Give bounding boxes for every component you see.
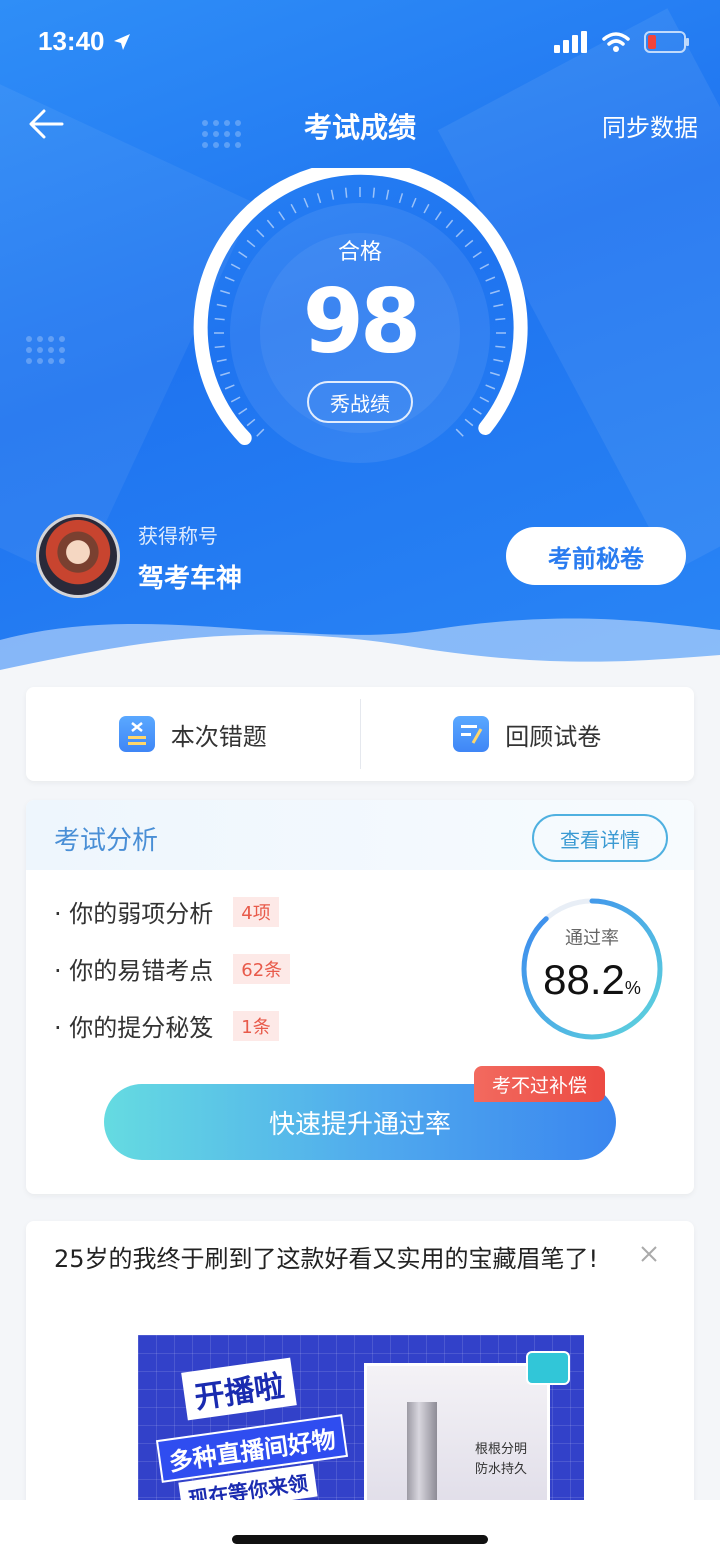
review-paper-label: 回顾试卷 [505,722,602,751]
gauge-tick [266,219,275,229]
gauge-tick [256,428,265,437]
wifi-icon [602,32,630,52]
tips-badge: 1条 [233,1010,279,1041]
result-label: 合格 [337,240,382,265]
gauge-tick [434,211,442,221]
title-name: 驾考车神 [138,564,243,594]
error-points-badge: 62条 [233,953,291,984]
gauge-tick [224,384,235,390]
list-item[interactable]: · 你的易错考点 62条 [54,951,291,986]
nav-bar: 考试成绩 同步数据 [0,96,720,152]
score-value: 98 [302,270,421,373]
battery-icon [644,31,689,53]
wrong-questions-label: 本次错题 [170,722,267,751]
close-icon[interactable] [638,1243,660,1265]
gauge-tick [330,189,335,200]
ad-card[interactable]: 25岁的我终于刷到了这款好看又实用的宝藏眉笔了! 开播啦 多种直播间好物 现在等… [26,1221,694,1531]
show-score-button[interactable]: 秀战绩 [307,381,413,423]
gauge-tick [398,193,404,204]
error-points-label: · 你的易错考点 [54,957,214,985]
gauge-tick [230,396,241,403]
status-time: 13:40 [38,26,132,57]
title-caption: 获得称号 [138,524,218,548]
gauge-tick [445,219,454,229]
list-item[interactable]: · 你的弱项分析 4项 [54,894,279,929]
wrong-questions-button[interactable]: 本次错题 [26,687,360,781]
gauge-tick [303,197,309,208]
weakness-badge: 4项 [233,896,279,927]
actions-card: 本次错题 回顾试卷 [26,687,694,781]
gauge-tick [485,384,496,390]
bottom-safe-area [0,1500,720,1558]
gauge-tick [372,187,376,198]
status-bar: 13:40 [0,0,720,88]
analysis-header: 考试分析 查看详情 [26,800,694,870]
list-item[interactable]: · 你的提分秘笈 1条 [54,1008,279,1043]
gauge-tick [411,197,417,208]
gauge-tick [464,418,474,427]
compensation-tag: 考不过补偿 [474,1066,606,1102]
home-indicator [232,1535,488,1544]
pass-rate-value: 88.2% [543,956,641,1003]
secret-paper-button[interactable]: 考前秘卷 [506,527,686,585]
exam-analysis-card: 考试分析 查看详情 · 你的弱项分析 4项 · 你的易错考点 62条 · 你的提… [26,800,694,1194]
gauge-tick [316,193,322,204]
weakness-label: · 你的弱项分析 [54,900,214,928]
ad-text: 25岁的我终于刷到了这款好看又实用的宝藏眉笔了! [54,1245,599,1273]
gauge-tick [385,189,390,200]
ad-panel-text: 根根分明 防水持久 [475,1442,528,1477]
pass-rate-label: 通过率 [565,928,619,949]
wrong-list-icon [118,716,155,752]
gauge-tick [246,418,256,427]
gauge-tick [455,428,464,437]
analysis-title: 考试分析 [54,826,159,856]
gauge-tick [472,407,482,415]
location-arrow-icon [113,34,130,50]
gauge-tick [290,203,297,214]
tips-label: · 你的提分秘笈 [54,1014,214,1042]
chat-bubble-icon [526,1351,570,1385]
ad-promo-title: 开播啦 [181,1357,297,1421]
avatar[interactable] [36,514,120,598]
gauge-tick [344,187,348,198]
gauge-tick [278,211,286,221]
view-details-button[interactable]: 查看详情 [532,814,668,862]
gauge-tick [479,396,490,403]
signal-icon [554,31,587,53]
header-wave [0,618,720,690]
review-paper-icon [453,716,490,752]
gauge-tick [423,203,430,214]
sync-data-button[interactable]: 同步数据 [602,108,698,143]
gauge-tick [238,407,248,415]
review-paper-button[interactable]: 回顾试卷 [361,687,695,781]
